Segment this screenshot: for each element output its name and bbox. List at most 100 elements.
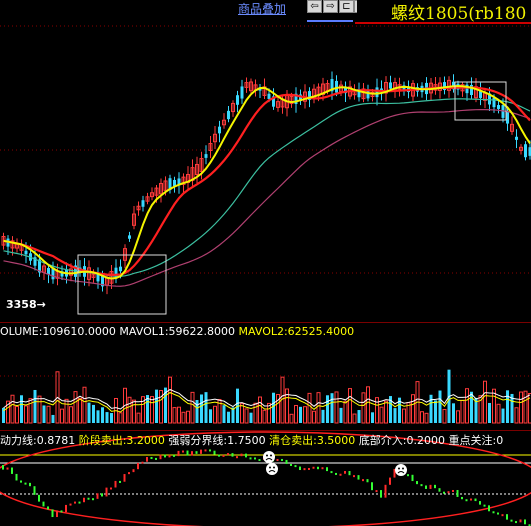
indicator-bar: [348, 471, 351, 476]
volume-bar: [299, 406, 302, 423]
smiley-icon: [266, 463, 278, 475]
indicator-bar: [2, 465, 4, 470]
volume-bar: [470, 391, 473, 423]
indicator-bar: [303, 468, 306, 471]
indicator-bar: [150, 457, 153, 460]
volume-bar: [411, 394, 415, 424]
smiley-eye: [398, 467, 400, 470]
indicator-bar: [285, 459, 288, 464]
indicator-bar: [294, 465, 297, 468]
indicator-bar: [65, 504, 67, 513]
indicator-bar: [141, 461, 144, 464]
indicator-bar: [501, 514, 504, 517]
volume-bar: [258, 396, 262, 424]
volume-bar: [64, 398, 69, 424]
indicator-bar: [344, 471, 346, 474]
volume-bar: [168, 376, 172, 424]
indicator-bar: [200, 449, 202, 454]
indicator-bar: [330, 471, 333, 474]
indicator-bar: [92, 498, 94, 501]
indicator-bar: [416, 481, 418, 485]
smiley-eye: [270, 454, 272, 457]
moving-average-lines: [3, 85, 531, 287]
indicator-strength-line: 强弱分界线:1.7500: [168, 434, 266, 447]
indicator-bar: [245, 453, 247, 458]
volume-bar: [244, 408, 249, 424]
volume-bar: [307, 392, 312, 424]
volume-bar: [28, 398, 33, 424]
candle-body: [24, 250, 28, 255]
indicator-bar: [218, 454, 220, 457]
indicator-bar: [119, 480, 121, 483]
indicator-bar: [515, 521, 517, 524]
indicator-bar: [186, 450, 189, 456]
volume-bar: [150, 396, 154, 424]
candle-body: [240, 86, 244, 99]
volume-bar: [429, 394, 433, 423]
mavol2-value: MAVOL2:62525.4000: [238, 325, 355, 338]
volume-bar: [42, 405, 46, 423]
volume-value: OLUME:109610.0000: [0, 325, 116, 338]
volume-bar: [240, 403, 244, 424]
indicator-bar: [308, 467, 310, 470]
indicator-bar: [326, 467, 328, 472]
volume-bar: [492, 388, 496, 424]
volume-bar: [434, 400, 437, 423]
volume-bar: [316, 392, 321, 424]
candle-body: [96, 274, 100, 282]
indicator-bar: [276, 458, 279, 461]
candle-body: [335, 80, 338, 93]
volume-bar: [289, 413, 294, 424]
smiley-icon: [263, 451, 275, 463]
volume-bar: [496, 403, 501, 424]
indicator-bar: [96, 493, 99, 499]
volume-bar: [262, 409, 267, 424]
volume-bar: [127, 396, 132, 424]
indicator-bar: [290, 463, 292, 466]
volume-bar: [514, 407, 519, 424]
candle-body: [141, 200, 145, 207]
volume-bar: [501, 408, 505, 423]
candle-body: [492, 97, 496, 108]
indicator-bar: [258, 459, 261, 462]
indicator-bar: [87, 497, 90, 500]
indicator-bar: [204, 449, 207, 452]
volume-bar: [110, 413, 113, 423]
candle-body: [524, 144, 527, 158]
volume-bar: [519, 391, 523, 424]
indicator-bar: [506, 514, 508, 520]
indicator-bar: [177, 450, 180, 457]
indicator-clear-sell: 清仓卖出:3.5000: [269, 434, 356, 447]
volume-bar: [78, 397, 82, 424]
candle-body: [366, 90, 370, 99]
indicator-bar: [11, 467, 13, 474]
volume-bar: [321, 409, 325, 423]
volume-bar: [442, 409, 447, 424]
volume-bar: [361, 392, 366, 424]
volume-bar: [424, 412, 429, 424]
candle-body: [128, 235, 131, 239]
indicator-bar: [492, 511, 495, 514]
ma-line-red: [3, 86, 531, 276]
indicator-bar: [254, 457, 256, 460]
mavol1-value: MAVOL1:59622.8000: [119, 325, 236, 338]
indicator-bar: [479, 501, 481, 505]
candle-body: [227, 110, 230, 120]
candle-body: [267, 93, 271, 99]
volume-bar: [195, 400, 199, 423]
candle-body: [515, 136, 518, 140]
ma-line-teal: [3, 98, 531, 277]
volume-bar: [177, 406, 181, 424]
volume-bar: [69, 406, 73, 424]
indicator-bar: [434, 484, 436, 489]
volume-bar: [204, 392, 208, 423]
volume-bar: [15, 405, 19, 424]
volume-bar: [222, 405, 226, 423]
candle-body: [497, 105, 500, 109]
indicator-bar: [38, 494, 40, 502]
indicator-bar: [299, 466, 301, 471]
indicator-bar: [29, 482, 31, 487]
indicator-bar: [231, 453, 234, 457]
volume-bar: [334, 391, 339, 424]
volume-bar: [456, 410, 460, 424]
